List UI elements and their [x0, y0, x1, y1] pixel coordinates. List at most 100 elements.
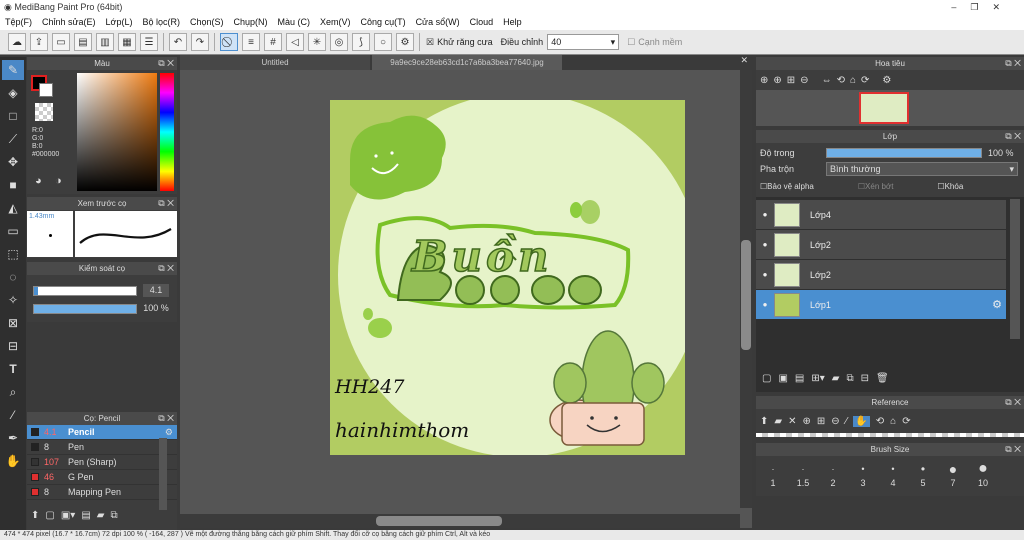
undo-icon[interactable]: ↶ [169, 33, 187, 51]
merge-layer-icon[interactable]: ⊟ [861, 373, 869, 384]
menu-cloud[interactable]: Cloud [465, 15, 499, 30]
bucket-tool-icon[interactable]: ◭ [2, 198, 24, 218]
fit-icon[interactable]: ⊞ [787, 75, 795, 86]
brush-item-g-pen[interactable]: 46 G Pen [27, 470, 177, 485]
zoom-out-icon[interactable]: ⊖ [831, 416, 839, 427]
folder-icon[interactable]: ▰ [97, 510, 105, 521]
layer-opacity-slider[interactable] [826, 148, 982, 158]
brush-size-cell[interactable]: • 3 [848, 460, 878, 496]
protect-alpha-checkbox[interactable]: ☐ [760, 182, 767, 191]
visibility-icon[interactable]: ● [760, 300, 770, 309]
fit-icon[interactable]: ⊞ [817, 416, 825, 427]
clipping-checkbox[interactable]: ☐ [858, 182, 865, 191]
brush-menu-icon[interactable]: ▣▾ [61, 510, 75, 521]
eyedropper-icon[interactable]: ⁄ [846, 416, 848, 427]
page-icon[interactable]: ▥ [96, 33, 114, 51]
panel-close-icon[interactable]: ⧉ ✕ [158, 197, 174, 210]
visibility-icon[interactable]: ● [760, 270, 770, 279]
curve-snap-icon[interactable]: ⟆ [352, 33, 370, 51]
visibility-icon[interactable]: ● [760, 210, 770, 219]
brush-size-cell[interactable]: • 4 [878, 460, 908, 496]
brush-size-cell[interactable]: ● 7 [938, 460, 968, 496]
brush-size-slider[interactable] [33, 286, 137, 296]
new-layer-icon[interactable]: ▢ [762, 373, 771, 384]
close-icon[interactable]: ✕ [788, 416, 796, 427]
correction-select[interactable]: 40 ▾ [547, 34, 620, 50]
grid-snap-icon[interactable]: # [264, 33, 282, 51]
select-pen-icon[interactable]: ⊠ [2, 313, 24, 333]
flip-icon[interactable]: ⇔ [822, 75, 832, 86]
move-tool-icon[interactable]: ✥ [2, 152, 24, 172]
lock-checkbox[interactable]: ☐ [937, 182, 944, 191]
rectangle-tool-icon[interactable]: □ [2, 106, 24, 126]
zoom-out-icon[interactable]: ⊖ [800, 75, 808, 86]
panel-close-icon[interactable]: ⧉ ✕ [1005, 57, 1021, 70]
menu-edit[interactable]: Chỉnh sửa(E) [37, 15, 101, 30]
panel-close-icon[interactable]: ⧉ ✕ [158, 57, 174, 70]
navigator-preview[interactable] [756, 90, 1024, 126]
canvas-vertical-scrollbar[interactable] [740, 70, 752, 508]
brush-size-cell[interactable]: ● 10 [968, 460, 998, 496]
menu-layer[interactable]: Lớp(L) [101, 15, 138, 30]
radial-snap-icon[interactable]: ✳ [308, 33, 326, 51]
panel-close-icon[interactable]: ⧉ ✕ [1005, 396, 1021, 409]
reference-tabs[interactable] [756, 433, 1024, 437]
navigator-settings-icon[interactable]: ⚙ [882, 75, 891, 86]
layer-row[interactable]: ● Lớp2 [756, 260, 1006, 289]
divide-tool-icon[interactable]: ⌕ [2, 382, 24, 402]
brush-item-pen-sharp[interactable]: 107 Pen (Sharp) [27, 455, 177, 470]
text-tool-icon[interactable]: T [2, 359, 24, 379]
pen-tool-icon[interactable]: ✒ [2, 428, 24, 448]
gear-icon[interactable]: ⚙ [165, 427, 173, 438]
panel-icon[interactable]: ▦ [118, 33, 136, 51]
canvas-horizontal-thumb[interactable] [376, 516, 502, 526]
parallel-snap-icon[interactable]: ≡ [242, 33, 260, 51]
menu-help[interactable]: Help [498, 15, 527, 30]
menu-window[interactable]: Cửa sổ(W) [411, 15, 465, 30]
add-brush-icon[interactable]: ⬆ [31, 510, 39, 521]
panel-close-icon[interactable]: ⧉ ✕ [1005, 130, 1021, 143]
canvas-area[interactable]: Buồn HH247 hainhimthom [180, 70, 752, 528]
circle-snap-icon[interactable]: ◎ [330, 33, 348, 51]
panel-close-icon[interactable]: ⧉ ✕ [1005, 443, 1021, 456]
smooth-checkbox[interactable]: ☐ [627, 37, 635, 48]
brush-opacity-value[interactable]: 100 % [139, 302, 173, 315]
copy-brush-icon[interactable]: ⧉ [110, 510, 117, 521]
select-eraser-icon[interactable]: ⊟ [2, 336, 24, 356]
zoom-in-icon[interactable]: ⊕ [802, 416, 810, 427]
blend-mode-select[interactable]: Bình thường ▾ [826, 162, 1018, 176]
fill-rect-tool-icon[interactable]: ■ [2, 175, 24, 195]
layer-row[interactable]: ● Lớp2 [756, 230, 1006, 259]
hand-icon[interactable]: ✋ [853, 415, 870, 427]
duplicate-layer-icon[interactable]: ⧉ [846, 373, 853, 384]
secondary-color-swatch[interactable] [39, 83, 53, 97]
menu-snap[interactable]: Chụp(N) [229, 15, 273, 30]
comment-icon[interactable]: ▭ [52, 33, 70, 51]
ring-snap-icon[interactable]: ○ [374, 33, 392, 51]
redo-icon[interactable]: ↷ [191, 33, 209, 51]
eyedropper-tool-icon[interactable]: ⁄ [2, 405, 24, 425]
brush-item-mapping-pen[interactable]: 8 Mapping Pen [27, 485, 177, 500]
brush-size-cell[interactable]: · 1 [758, 460, 788, 496]
brush-size-value[interactable]: 4.1 [143, 284, 169, 297]
palette-icon[interactable]: ◕ [35, 175, 42, 187]
visibility-icon[interactable]: ● [760, 240, 770, 249]
transparent-swatch[interactable] [35, 103, 53, 121]
add-layer-menu-icon[interactable]: ⊞▾ [811, 373, 824, 384]
rotate-right-icon[interactable]: ⟳ [861, 75, 869, 86]
rotate-left-icon[interactable]: ⟲ [837, 75, 845, 86]
hue-slider[interactable] [160, 73, 174, 191]
gear-icon[interactable]: ⚙ [992, 298, 1002, 311]
upload-icon[interactable]: ⬆ [760, 416, 768, 427]
brush-size-cell[interactable]: · 2 [818, 460, 848, 496]
brush-opacity-slider[interactable] [33, 304, 137, 314]
brush-item-pen[interactable]: 8 Pen [27, 440, 177, 455]
new-brush-icon[interactable]: ▢ [45, 510, 54, 521]
canvas-vertical-thumb[interactable] [741, 240, 751, 350]
menu-tools[interactable]: Công cụ(T) [356, 15, 411, 30]
brush-tool-icon[interactable]: ✎ [2, 60, 24, 80]
list-icon[interactable]: ☰ [140, 33, 158, 51]
menu-color[interactable]: Màu (C) [273, 15, 316, 30]
tab-image[interactable]: 9a9ec9ce28eb63cd1c7a6ba3bea77640.jpg [372, 55, 562, 70]
panel-close-icon[interactable]: ⧉ ✕ [158, 262, 174, 275]
